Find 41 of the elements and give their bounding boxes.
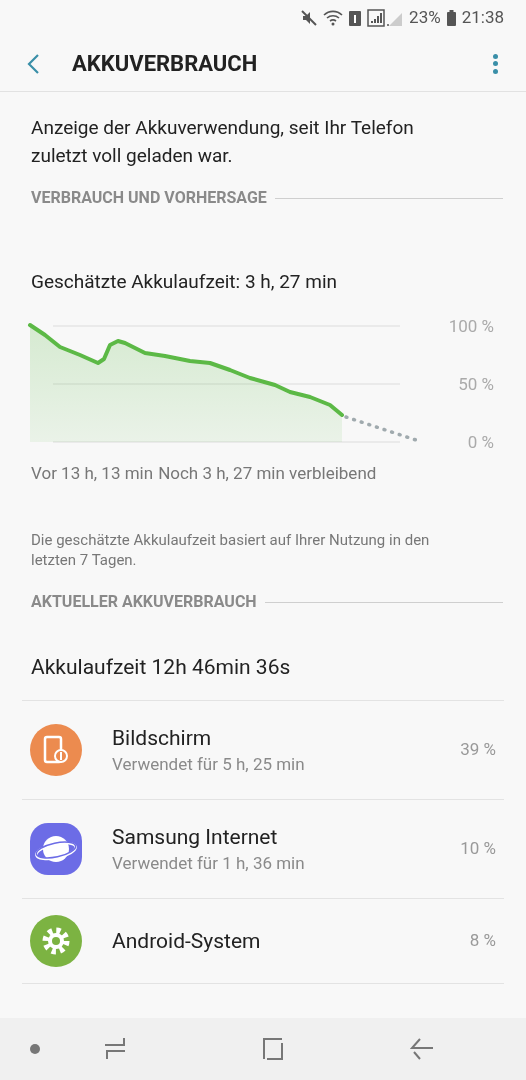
app-usage-item[interactable]: Bildschirm Verwendet für 5 h, 25 min 39 %	[22, 699, 504, 799]
usage-percentage: 8 %	[469, 928, 497, 952]
axis-tick-label: 50 %	[458, 373, 494, 394]
recent-apps-icon	[104, 1037, 126, 1061]
usage-percentage: 39 %	[460, 737, 497, 761]
nav-dot-button[interactable]	[30, 1044, 40, 1054]
planet-icon	[30, 822, 82, 875]
sim-card-icon	[349, 10, 362, 26]
back-arrow-icon	[410, 1037, 434, 1061]
axis-tick-label: 0 %	[467, 431, 494, 452]
chart-end-label: Noch 3 h, 27 min verbleibend	[158, 461, 377, 485]
app-name: Samsung Internet	[112, 823, 279, 851]
app-usage-item[interactable]: Samsung Internet Verwendet für 1 h, 36 min 10 %	[22, 798, 504, 898]
mute-icon	[301, 10, 318, 26]
recent-apps-button[interactable]	[104, 1037, 126, 1061]
battery-percentage: 23%	[409, 6, 441, 30]
estimate-note: Die geschätzte Akkulaufzeit basiert auf Ihrer Nutzung in den letzten 7 Tagen.	[30, 530, 431, 570]
back-icon	[26, 52, 40, 75]
intro-text: Anzeige der Akkuverwendung, seit Ihr Telefon zuletzt voll geladen war.	[30, 115, 415, 169]
home-button[interactable]	[262, 1037, 284, 1061]
app-name: Android-System	[112, 927, 262, 955]
app-usage-item[interactable]: Android-System 8 %	[22, 897, 504, 983]
phone-brightness-icon	[30, 723, 82, 776]
clock-time: 21:38	[461, 6, 504, 30]
signal-icon	[367, 9, 404, 27]
section-header: VERBRAUCH UND VORHERSAGE	[31, 187, 267, 209]
total-battery-time: Akkulaufzeit 12h 46min 36s	[30, 654, 292, 681]
estimated-battery-time: Geschätzte Akkulaufzeit: 3 h, 27 min	[30, 269, 339, 295]
section-header: AKTUELLER AKKUVERBRAUCH	[31, 591, 257, 613]
home-icon	[262, 1037, 284, 1061]
usage-duration: Verwendet für 5 h, 25 min	[112, 752, 306, 776]
back-nav-button[interactable]	[410, 1037, 434, 1061]
battery-icon	[446, 10, 456, 26]
app-name: Bildschirm	[112, 724, 213, 752]
usage-duration: Verwendet für 1 h, 36 min	[112, 851, 306, 875]
axis-tick-label: 100 %	[448, 315, 494, 336]
chart-start-label: Vor 13 h, 13 min	[31, 461, 154, 485]
usage-percentage: 10 %	[460, 836, 497, 860]
gear-icon	[30, 914, 82, 967]
page-title: AKKUVERBRAUCH	[72, 50, 259, 78]
wifi-icon	[323, 10, 344, 26]
